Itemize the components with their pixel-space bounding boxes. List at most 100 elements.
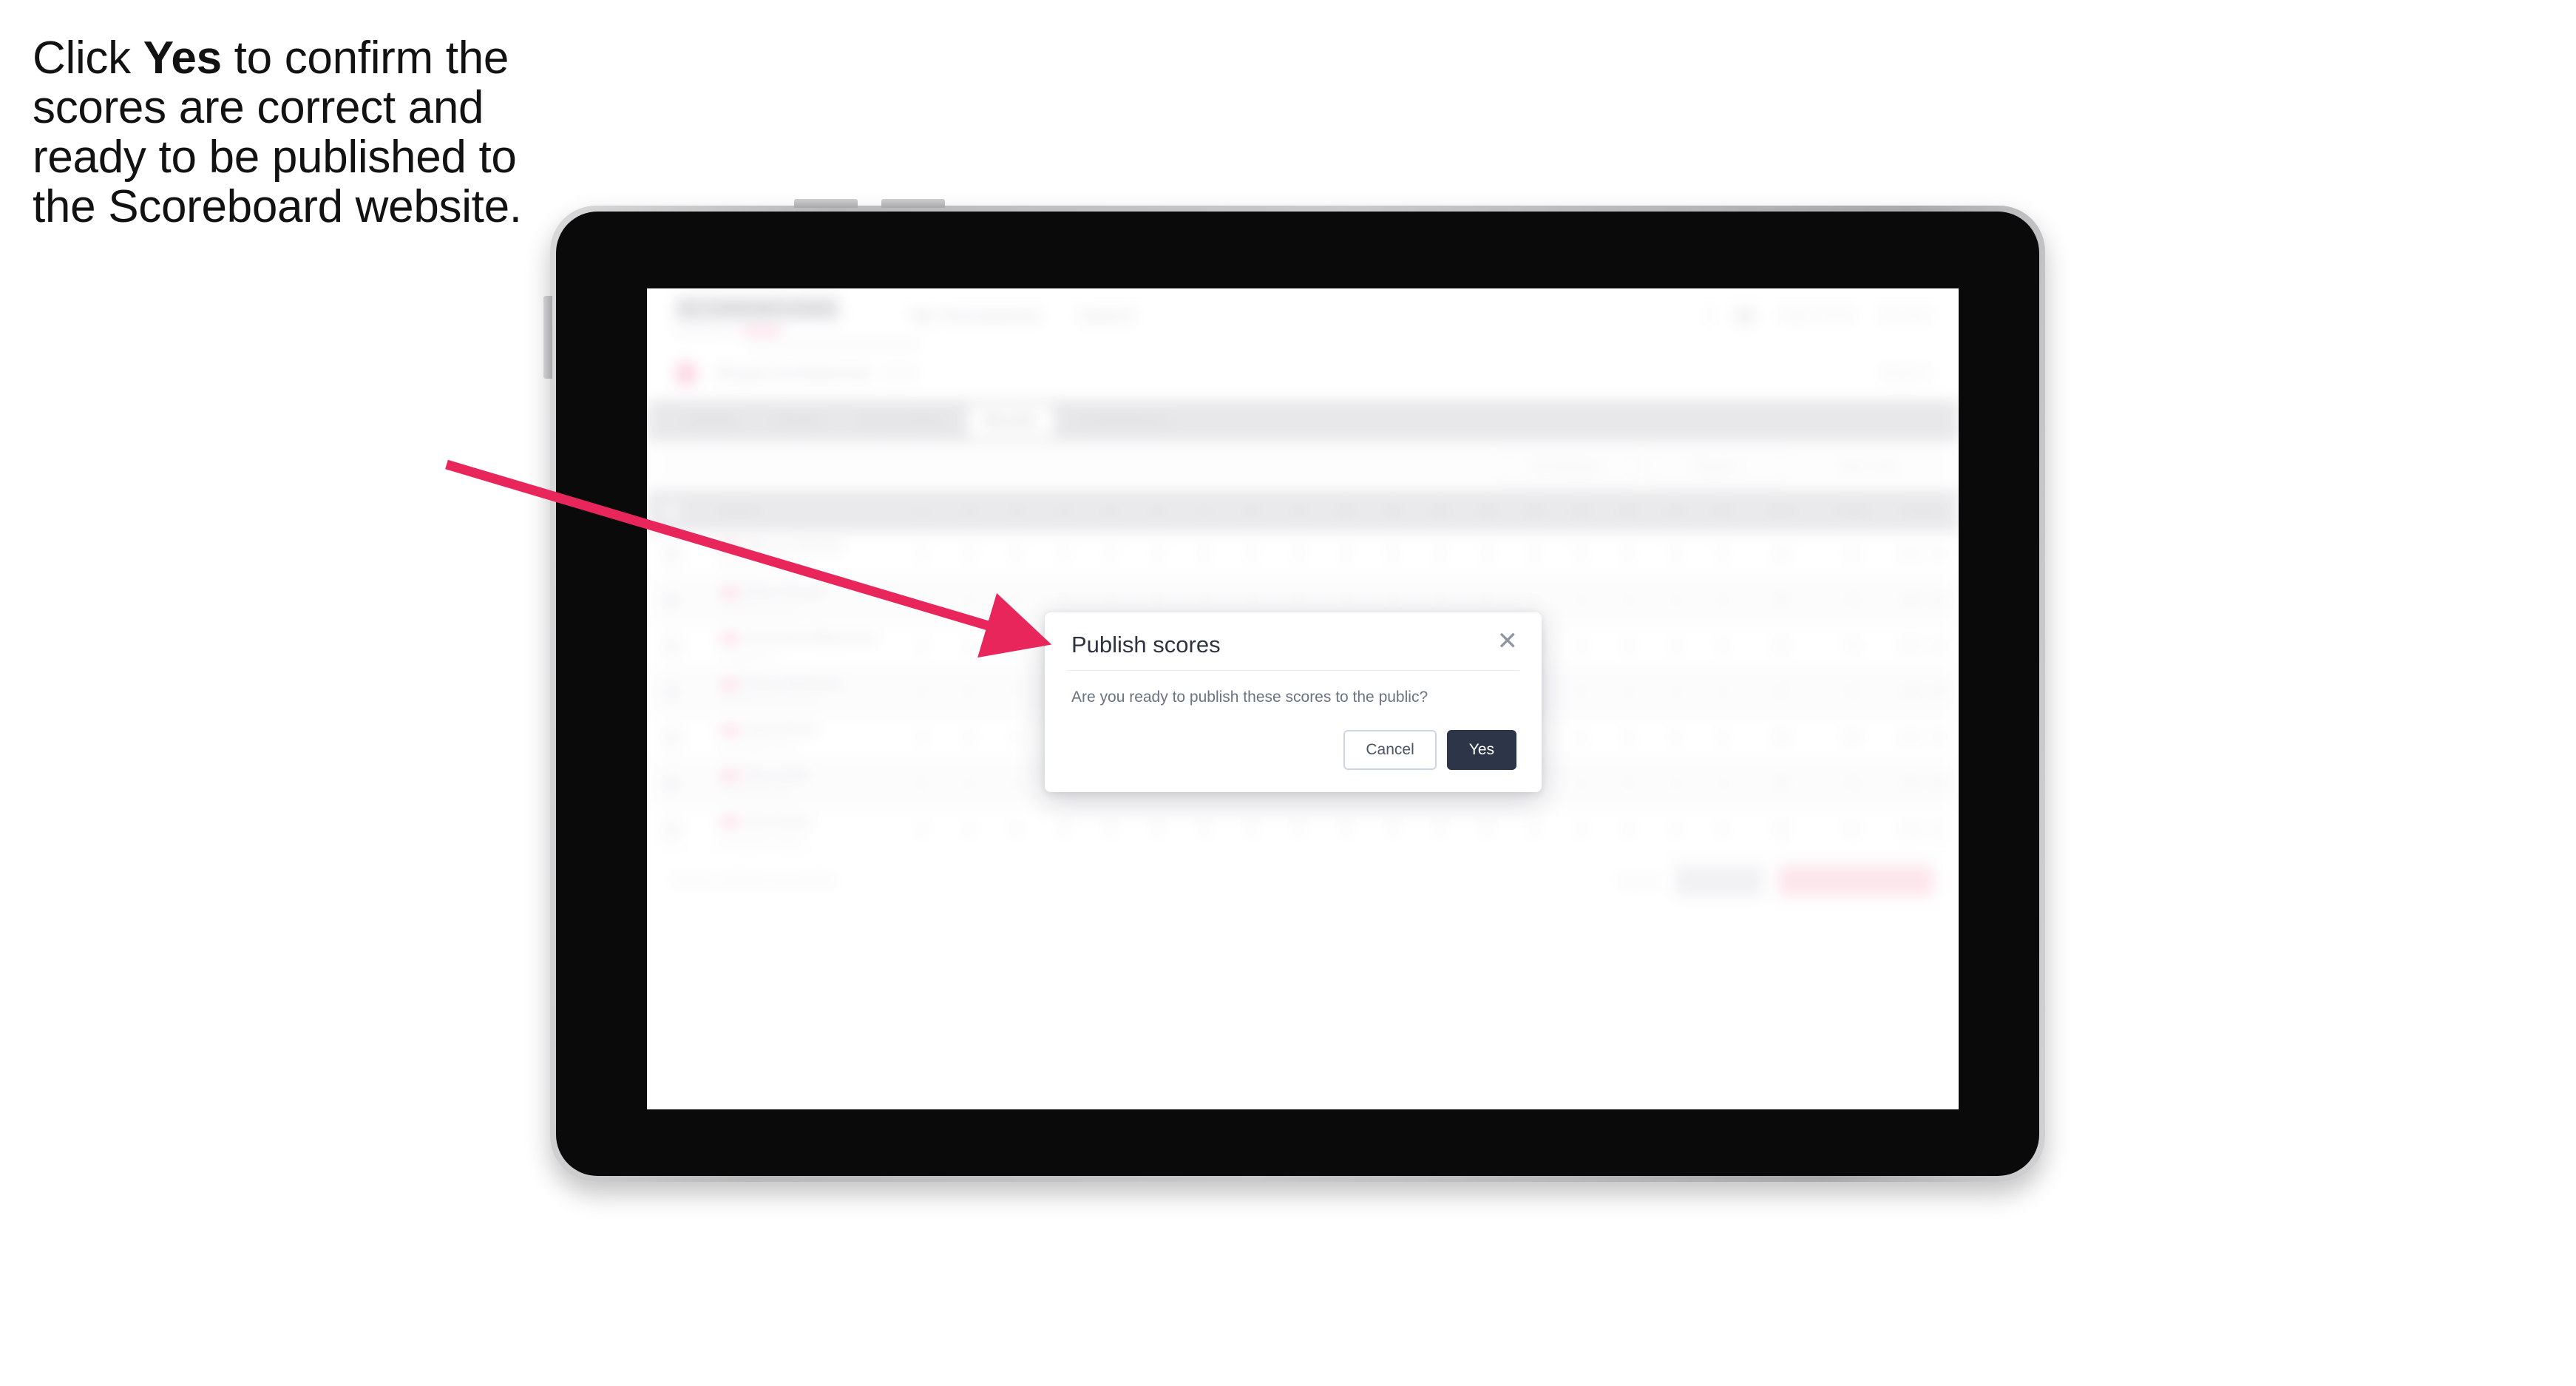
volume-up-button[interactable] — [794, 199, 858, 208]
score-cell[interactable]: 5 — [1557, 547, 1604, 562]
score-cell[interactable]: 4 — [992, 684, 1040, 700]
score-cell[interactable]: 3 — [1698, 776, 1746, 791]
tab-details[interactable]: Details — [672, 405, 753, 437]
score-cell[interactable]: 5 — [1133, 592, 1181, 608]
score-cell[interactable]: 4 — [992, 730, 1040, 746]
filter-division-select[interactable]: All Divisions — [1499, 450, 1635, 481]
tab-score-entry[interactable]: Score Entry — [845, 405, 960, 437]
score-cell[interactable]: 4 — [946, 638, 993, 654]
footer-cancel-link[interactable]: Cancel — [1619, 873, 1660, 889]
table-row[interactable]: Kirk Nolan Brandwell Valley 4 4 5 3 4 4 5 4 3 4 4 3 5 4… — [647, 807, 1959, 853]
tab-results[interactable]: Results — [967, 405, 1054, 437]
score-cell[interactable]: 3 — [1087, 547, 1134, 562]
row-checkbox[interactable] — [647, 592, 696, 609]
nav-item-my-tournaments[interactable]: My Tournaments — [912, 306, 1041, 325]
filter-team-toggle[interactable]: Team only — [1800, 452, 1933, 480]
notification-icon[interactable] — [1735, 306, 1755, 325]
score-cell[interactable]: 3 — [1463, 547, 1511, 562]
score-cell[interactable]: 5 — [1181, 822, 1228, 837]
score-cell[interactable]: 5 — [898, 592, 946, 608]
score-cell[interactable]: 4 — [1652, 822, 1699, 837]
score-cell[interactable]: 4 — [1369, 592, 1417, 608]
score-cell[interactable]: 5 — [1698, 638, 1746, 654]
score-cell[interactable]: 4 — [1557, 822, 1604, 837]
row-checkbox[interactable] — [647, 821, 696, 838]
score-cell[interactable]: 5 — [1511, 592, 1558, 608]
score-cell[interactable]: 3 — [1604, 592, 1652, 608]
close-icon[interactable]: ✕ — [1497, 629, 1519, 654]
score-cell[interactable]: 5 — [992, 822, 1040, 837]
score-cell[interactable]: 5 — [992, 547, 1040, 562]
score-cell[interactable]: 4 — [1557, 776, 1604, 791]
score-cell[interactable]: 4 — [1604, 638, 1652, 654]
row-checkbox[interactable] — [647, 683, 696, 700]
score-cell[interactable]: 4 — [1698, 547, 1746, 562]
score-cell[interactable]: 4 — [1652, 776, 1699, 791]
score-cell[interactable]: 4 — [1369, 822, 1417, 837]
score-cell[interactable]: 5 — [1557, 684, 1604, 700]
score-cell[interactable]: 5 — [1698, 822, 1746, 837]
score-cell[interactable]: 5 — [1698, 592, 1746, 608]
nav-item-search[interactable]: Search — [1079, 306, 1133, 325]
row-checkbox[interactable] — [647, 729, 696, 746]
score-cell[interactable]: 4 — [946, 822, 993, 837]
score-cell[interactable]: 3 — [1416, 592, 1463, 608]
score-cell[interactable]: 5 — [1369, 547, 1417, 562]
score-cell[interactable]: 4 — [1087, 592, 1134, 608]
score-cell[interactable]: 4 — [1698, 730, 1746, 746]
score-cell[interactable]: 3 — [1604, 822, 1652, 837]
score-cell[interactable]: 4 — [1322, 592, 1369, 608]
table-row[interactable]: Marcus Daniels Oakwood Club 4 3 5 4 3 4 5 4 3 4 5 4 3 4… — [647, 532, 1959, 578]
score-cell[interactable]: 4 — [1511, 822, 1558, 837]
score-cell[interactable]: 4 — [946, 592, 993, 608]
score-cell[interactable]: 4 — [1133, 547, 1181, 562]
score-cell[interactable]: 3 — [898, 684, 946, 700]
score-cell[interactable]: 5 — [946, 684, 993, 700]
score-cell[interactable]: 4 — [1133, 822, 1181, 837]
score-cell[interactable]: 4 — [1228, 547, 1275, 562]
score-cell[interactable]: 4 — [898, 822, 946, 837]
score-cell[interactable]: 4 — [1087, 822, 1134, 837]
score-cell[interactable]: 4 — [992, 592, 1040, 608]
score-cell[interactable]: 3 — [1275, 547, 1322, 562]
score-cell[interactable]: 4 — [1322, 547, 1369, 562]
score-cell[interactable]: 4 — [1557, 592, 1604, 608]
cancel-button[interactable]: Cancel — [1343, 730, 1437, 770]
score-cell[interactable]: 4 — [898, 547, 946, 562]
volume-down-button[interactable] — [881, 199, 945, 208]
row-checkbox[interactable] — [647, 775, 696, 792]
score-cell[interactable]: 4 — [1511, 547, 1558, 562]
footer-save-button[interactable] — [1675, 865, 1763, 896]
score-cell[interactable]: 3 — [1652, 638, 1699, 654]
header-link-help[interactable]: Help Centre — [1780, 308, 1854, 324]
footer-publish-button[interactable] — [1778, 865, 1933, 896]
score-cell[interactable]: 4 — [1228, 822, 1275, 837]
score-cell[interactable]: 4 — [1557, 638, 1604, 654]
power-button[interactable] — [543, 296, 552, 379]
score-cell[interactable]: 3 — [1040, 822, 1087, 837]
score-cell[interactable]: 4 — [1652, 684, 1699, 700]
select-all-checkbox[interactable] — [647, 503, 696, 519]
score-cell[interactable]: 3 — [1275, 822, 1322, 837]
score-cell[interactable]: 4 — [1463, 592, 1511, 608]
row-checkbox[interactable] — [647, 638, 696, 655]
score-cell[interactable]: 3 — [946, 547, 993, 562]
filter-round-select[interactable]: Round 1 — [1650, 450, 1786, 481]
score-cell[interactable]: 3 — [1228, 592, 1275, 608]
yes-button[interactable]: Yes — [1446, 730, 1516, 770]
score-cell[interactable]: 5 — [1181, 547, 1228, 562]
score-cell[interactable]: 3 — [1040, 592, 1087, 608]
score-cell[interactable]: 4 — [1698, 684, 1746, 700]
score-cell[interactable]: 5 — [1275, 592, 1322, 608]
row-checkbox[interactable] — [647, 546, 696, 563]
score-cell[interactable]: 3 — [1604, 730, 1652, 746]
score-cell[interactable]: 5 — [1604, 776, 1652, 791]
score-cell[interactable]: 4 — [1181, 592, 1228, 608]
score-cell[interactable]: 4 — [1416, 547, 1463, 562]
score-cell[interactable]: 5 — [898, 776, 946, 791]
score-cell[interactable]: 4 — [898, 730, 946, 746]
tab-leaderboard[interactable]: Leaderboard — [1061, 405, 1183, 437]
score-cell[interactable]: 4 — [1652, 730, 1699, 746]
score-cell[interactable]: 4 — [1652, 592, 1699, 608]
score-cell[interactable]: 3 — [1604, 684, 1652, 700]
